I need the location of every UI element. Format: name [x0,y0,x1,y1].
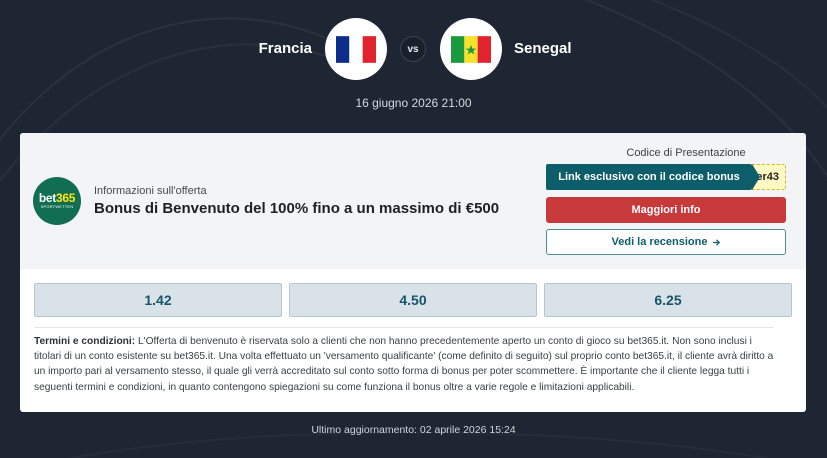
bonus-code-link-button[interactable]: Link esclusivo con il codice bonus [546,164,760,190]
away-team-name: Senegal [514,40,572,57]
match-date: 16 giugno 2026 21:00 [355,96,472,110]
offer-section: bet365 SPORTWETTEN Informazioni sull'off… [20,133,806,269]
home-team-name: Francia [258,40,312,57]
bookmaker-logo[interactable]: bet365 SPORTWETTEN [33,177,81,225]
promo-code-label: Codice di Presentazione [626,147,746,159]
offer-title: Bonus di Benvenuto del 100% fino a un ma… [94,200,500,217]
terms-heading: Termini e condizioni: [34,336,136,347]
arrow-right-icon [712,238,720,246]
odds-draw-button[interactable]: 4.50 [289,283,537,317]
odds-home-button[interactable]: 1.42 [34,283,282,317]
versus-badge: vs [400,36,426,62]
senegal-flag-icon [440,18,502,80]
last-updated: Ultimo aggiornamento: 02 aprile 2026 15:… [311,424,516,436]
offer-card: bet365 SPORTWETTEN Informazioni sull'off… [20,133,806,412]
terms-text: L'Offerta di benvenuto è riservata solo … [34,336,774,393]
review-link-button[interactable]: Vedi la recensione [546,229,786,255]
review-link-label: Vedi la recensione [611,236,708,248]
offer-info-label: Informazioni sull'offerta [94,185,207,197]
more-info-button[interactable]: Maggiori info [546,197,786,223]
terms-and-conditions: Termini e condizioni: L'Offerta di benve… [34,327,774,395]
france-flag-icon [325,18,387,80]
odds-away-button[interactable]: 6.25 [544,283,792,317]
match-header: Francia vs Senegal [0,18,827,82]
